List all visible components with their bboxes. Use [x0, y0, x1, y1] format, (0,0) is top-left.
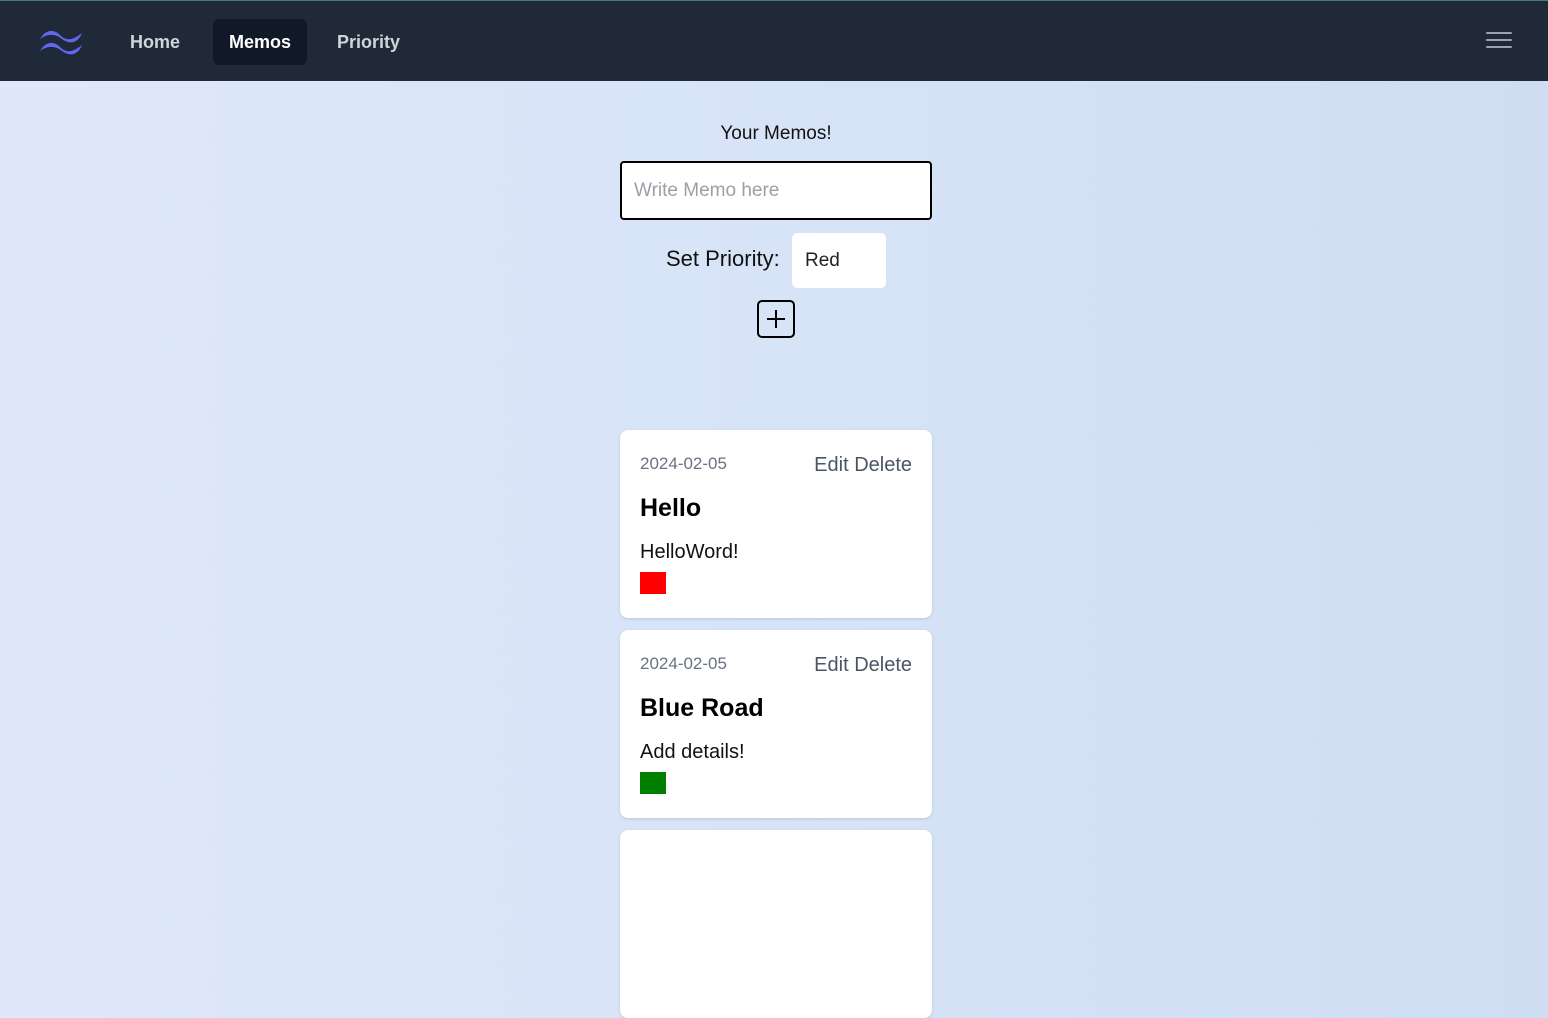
top-navbar: Home Memos Priority — [0, 0, 1548, 81]
priority-select[interactable]: Red — [792, 233, 886, 288]
plus-square-icon — [767, 310, 785, 328]
memo-actions: Edit Delete — [814, 454, 912, 477]
edit-button[interactable]: Edit — [814, 654, 848, 676]
delete-button[interactable]: Delete — [854, 654, 912, 676]
memo-date: 2024-02-05 — [640, 454, 727, 473]
hamburger-menu-icon[interactable] — [1486, 32, 1512, 52]
memo-title: Blue Road — [640, 694, 764, 722]
memo-actions: Edit Delete — [814, 654, 912, 677]
memo-title: Hello — [640, 494, 702, 522]
priority-swatch — [640, 772, 666, 794]
nav-priority[interactable]: Priority — [321, 19, 416, 65]
add-memo-button[interactable] — [757, 300, 795, 338]
nav-memos[interactable]: Memos — [213, 19, 308, 65]
memo-body: HelloWord! — [640, 541, 739, 563]
priority-label: Set Priority: — [666, 246, 780, 271]
memo-card — [620, 830, 932, 1018]
memo-date: 2024-02-05 — [640, 654, 727, 673]
tailwind-logo-icon[interactable] — [38, 27, 86, 57]
priority-swatch — [640, 572, 666, 594]
delete-button[interactable]: Delete — [854, 454, 912, 476]
edit-button[interactable]: Edit — [814, 454, 848, 476]
page-heading: Your Memos! — [720, 123, 832, 144]
memo-body: Add details! — [640, 741, 745, 763]
memo-card: 2024-02-05 Edit Delete Blue Road Add det… — [620, 630, 932, 818]
memo-input[interactable] — [620, 161, 932, 220]
nav-home[interactable]: Home — [114, 19, 196, 65]
memo-card: 2024-02-05 Edit Delete Hello HelloWord! — [620, 430, 932, 618]
